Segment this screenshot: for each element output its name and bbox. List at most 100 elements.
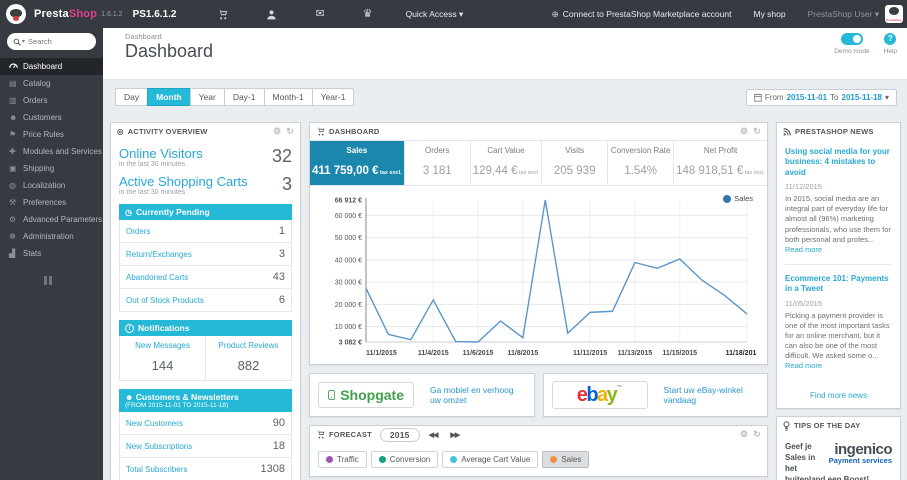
- read-more-link[interactable]: Read more: [785, 245, 822, 254]
- forecast-toggle-average-cart-value[interactable]: Average Cart Value: [442, 451, 539, 468]
- help-button[interactable]: ? Help: [884, 33, 897, 55]
- sidebar-search[interactable]: ▾: [7, 33, 96, 50]
- search-scope-caret-icon[interactable]: ▾: [22, 38, 25, 45]
- kpi-sales[interactable]: Sales 411 759,00 € tax excl.: [310, 141, 405, 185]
- pending-value: 6: [278, 294, 285, 306]
- search-icon: [13, 38, 21, 46]
- range-button-year-1[interactable]: Year-1: [311, 88, 355, 106]
- customers-value: 90: [272, 417, 285, 429]
- sidebar-item-preferences[interactable]: ⚒ Preferences: [0, 194, 103, 211]
- gear-icon[interactable]: ⚙: [740, 126, 748, 137]
- refresh-icon[interactable]: ↻: [286, 126, 294, 137]
- read-more-link[interactable]: Read more: [785, 361, 822, 370]
- date-range-picker[interactable]: From 2015-11-01 To 2015-11-18 ▾: [745, 88, 897, 106]
- sidebar-item-administration[interactable]: ☸ Administration: [0, 228, 103, 245]
- panel-title: FORECAST: [329, 430, 372, 439]
- article-excerpt: Picking a payment provider is one of the…: [785, 310, 890, 371]
- quick-access-menu[interactable]: Quick Access ▾: [406, 9, 464, 20]
- sidebar-item-advanced-parameters[interactable]: ⚙ Advanced Parameters: [0, 211, 103, 228]
- search-input[interactable]: [28, 37, 87, 46]
- collapse-menu-icon[interactable]: [44, 276, 103, 285]
- marketplace-link[interactable]: ⊕ Connect to PrestaShop Marketplace accou…: [552, 9, 732, 20]
- ebay-link[interactable]: Start uw eBay-winkel vandaag: [664, 385, 760, 405]
- my-shop-link[interactable]: My shop: [753, 9, 785, 19]
- svg-text:11/1/2015: 11/1/2015: [366, 350, 397, 357]
- notification-cell: Product Reviews 882: [205, 336, 291, 380]
- refresh-icon[interactable]: ↻: [753, 429, 761, 440]
- kpi-visits[interactable]: Visits 205 939: [542, 141, 609, 185]
- range-button-year[interactable]: Year: [189, 88, 225, 106]
- brand-name[interactable]: PrestaShop: [34, 8, 97, 20]
- customers-label[interactable]: Total Subscribers: [126, 465, 187, 474]
- sidebar-item-orders[interactable]: ▥ Orders: [0, 92, 103, 109]
- sidebar-item-stats[interactable]: ▟ Stats: [0, 245, 103, 262]
- chart-legend[interactable]: Sales: [723, 194, 753, 203]
- rss-icon: [783, 127, 791, 136]
- user-menu[interactable]: PrestaShop User ▾: [808, 9, 879, 20]
- sidebar-item-price-rules[interactable]: ⚑ Price Rules: [0, 126, 103, 143]
- forecast-toggle-sales[interactable]: Sales: [542, 451, 590, 468]
- sales-chart-area: Sales 66 912 € 60 000 € 50 000 € 40 000 € 30…: [310, 186, 767, 364]
- forecast-toggle-conversion[interactable]: Conversion: [370, 451, 439, 468]
- user-icon[interactable]: [266, 9, 277, 20]
- customers-label[interactable]: New Subscriptions: [126, 442, 192, 451]
- customers-newsletters-header: ☻ Customers & Newsletters (FROM 2015-11-…: [119, 389, 292, 412]
- cart-icon[interactable]: [217, 9, 228, 20]
- pending-label[interactable]: Abandoned Carts: [126, 273, 188, 282]
- ebay-module-ad[interactable]: ebay™ Start uw eBay-winkel vandaag: [542, 373, 768, 417]
- kpi-orders[interactable]: Orders 3 181: [405, 141, 471, 185]
- next-year-button[interactable]: ▶▶: [446, 429, 463, 441]
- activity-overview-panel: ◎ ACTIVITY OVERVIEW ⚙ ↻ Online Visitors 32…: [110, 122, 301, 480]
- notification-cell: New Messages 144: [120, 336, 205, 380]
- shopgate-link[interactable]: Ga mobiel en verhoog uw omzet: [430, 385, 526, 405]
- active-carts-link[interactable]: Active Shopping Carts: [119, 174, 248, 189]
- trophy-icon[interactable]: ♛: [363, 8, 373, 20]
- notifications-header: ! Notifications: [119, 320, 292, 336]
- sales-line: [365, 199, 748, 343]
- filter-bar: Day Month Year Day-1 Month-1 Year-1 From 2015-…: [115, 88, 897, 106]
- customers-label[interactable]: New Customers: [126, 419, 183, 428]
- gear-icon[interactable]: ⚙: [740, 429, 748, 440]
- kpi-label: Cart Value: [487, 146, 525, 155]
- range-button-day[interactable]: Day: [115, 88, 149, 106]
- sidebar-item-catalog[interactable]: ▤ Catalog: [0, 75, 103, 92]
- article-title[interactable]: Ecommerce 101: Payments in a Tweet: [785, 274, 892, 295]
- find-more-news-link[interactable]: Find more news: [777, 387, 900, 408]
- sidebar-item-shipping[interactable]: ▣ Shipping: [0, 160, 103, 177]
- legend-label: Sales: [734, 194, 753, 203]
- prestashop-logo[interactable]: [6, 4, 26, 24]
- forecast-toggle-traffic[interactable]: Traffic: [318, 451, 367, 468]
- sidebar-item-localization[interactable]: ◍ Localization: [0, 177, 103, 194]
- kpi-cart-value[interactable]: Cart Value 129,44 € tax excl.: [471, 141, 543, 185]
- range-button-month[interactable]: Month: [147, 88, 191, 106]
- notification-label[interactable]: Product Reviews: [208, 341, 289, 350]
- toggle-label: Sales: [561, 455, 582, 464]
- notification-label[interactable]: New Messages: [122, 341, 203, 350]
- customers-value: 18: [272, 440, 285, 452]
- localization-icon: ◍: [9, 181, 16, 190]
- sidebar-item-modules-and-services[interactable]: ✚ Modules and Services: [0, 143, 103, 160]
- pending-row: Out of Stock Products 6: [120, 289, 291, 311]
- previous-year-button[interactable]: ◀◀: [425, 429, 442, 441]
- range-button-day-1[interactable]: Day-1: [223, 88, 265, 106]
- shopgate-module-ad[interactable]: Shopgate Ga mobiel en verhoog uw omzet: [309, 373, 535, 417]
- pending-label[interactable]: Out of Stock Products: [126, 296, 204, 305]
- online-visitors-link[interactable]: Online Visitors: [119, 146, 203, 161]
- pending-label[interactable]: Return/Exchanges: [126, 250, 192, 259]
- demo-mode-toggle[interactable]: Demo mode: [834, 33, 870, 55]
- gear-icon[interactable]: ⚙: [273, 126, 281, 137]
- toggle-on-icon[interactable]: [840, 33, 863, 45]
- refresh-icon[interactable]: ↻: [753, 126, 761, 137]
- online-visitors-value: 32: [271, 146, 292, 166]
- avatar[interactable]: [885, 5, 903, 23]
- article-title[interactable]: Using social media for your business: 4 …: [785, 147, 892, 178]
- kpi-net-profit[interactable]: Net Profit 148 918,51 € tax excl.: [674, 141, 767, 185]
- sidebar-item-customers[interactable]: ☻ Customers: [0, 109, 103, 126]
- range-button-month-1[interactable]: Month-1: [263, 88, 313, 106]
- sidebar-item-label: Stats: [23, 249, 42, 258]
- forecast-year[interactable]: 2015: [379, 427, 420, 442]
- pending-label[interactable]: Orders: [126, 227, 150, 236]
- kpi-conversion-rate[interactable]: Conversion Rate 1.54%: [608, 141, 675, 185]
- sidebar-item-dashboard[interactable]: Dashboard: [0, 58, 103, 75]
- mail-icon[interactable]: ✉: [315, 8, 324, 20]
